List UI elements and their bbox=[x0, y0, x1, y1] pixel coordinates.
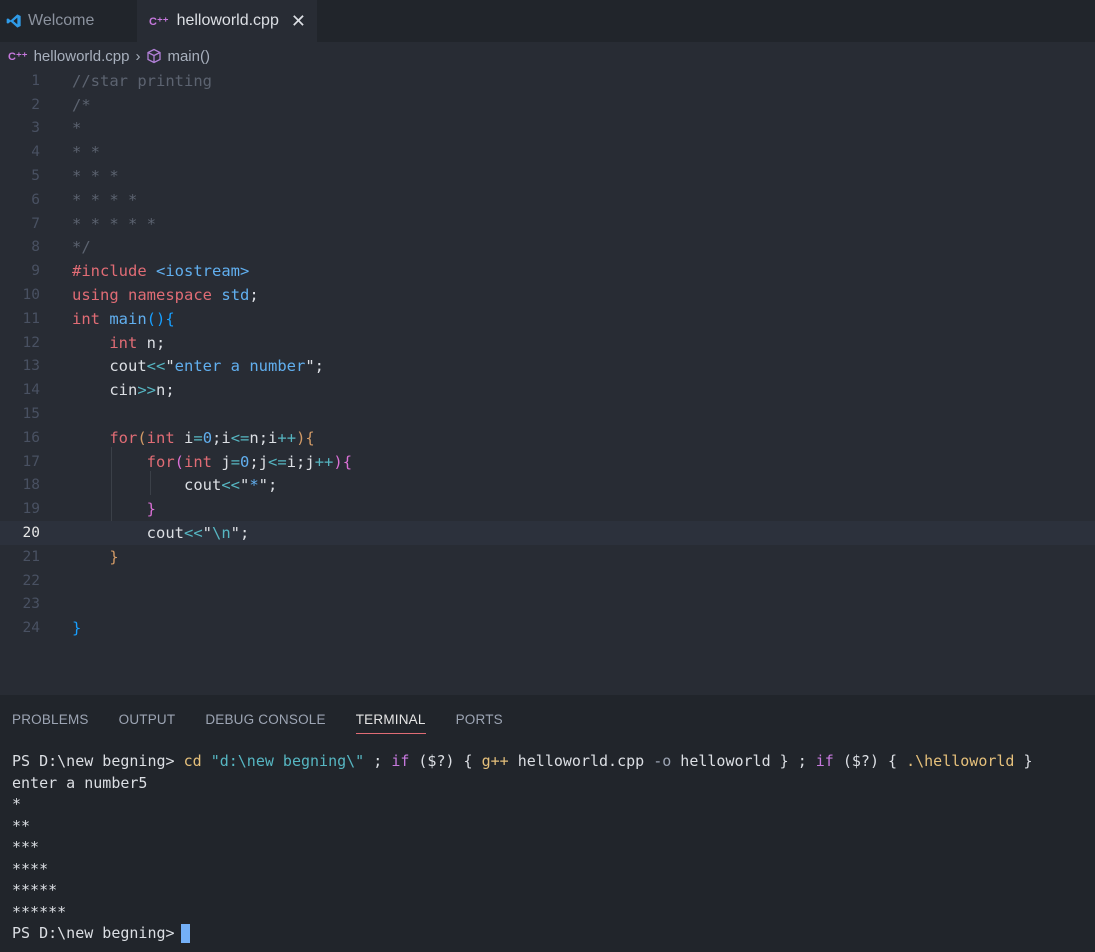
terminal-prompt-line: PS D:\new begning> bbox=[12, 923, 1033, 945]
code-line: 18 cout<<"*"; bbox=[22, 476, 278, 495]
code-line: 9 #include <iostream> bbox=[31, 262, 250, 281]
code-line: 21 } bbox=[22, 547, 119, 566]
cpp-file-icon: C⁺⁺ bbox=[8, 50, 28, 63]
code-line: 16 for(int i=0;i<=n;i++){ bbox=[22, 428, 315, 447]
code-line: 23 bbox=[22, 596, 40, 613]
code-line: 15 bbox=[22, 406, 40, 423]
breadcrumb: C⁺⁺ helloworld.cpp › main() bbox=[0, 44, 210, 68]
tab-problems[interactable]: PROBLEMS bbox=[12, 695, 89, 743]
code-line: 2/* bbox=[31, 95, 91, 114]
bottom-panel: PROBLEMS OUTPUT DEBUG CONSOLE TERMINAL P… bbox=[0, 695, 1095, 952]
code-line: 6 * * * * bbox=[31, 190, 138, 209]
tab-label: helloworld.cpp bbox=[176, 12, 279, 29]
close-icon[interactable]: ✕ bbox=[291, 11, 306, 32]
code-line: 1//star printing bbox=[31, 71, 212, 90]
tab-terminal[interactable]: TERMINAL bbox=[355, 695, 426, 743]
code-line: 3 * bbox=[31, 119, 82, 138]
terminal-output-line: ****** bbox=[12, 902, 67, 921]
tab-ports[interactable]: PORTS bbox=[456, 695, 503, 743]
tab-label: Welcome bbox=[28, 12, 95, 29]
code-line: 4 * * bbox=[31, 143, 100, 162]
code-line: 10 using namespace std; bbox=[22, 286, 259, 305]
terminal-output-line: **** bbox=[12, 859, 49, 878]
breadcrumb-file[interactable]: helloworld.cpp bbox=[34, 48, 130, 65]
code-line: 5 * * * bbox=[31, 167, 119, 186]
code-line: 22 bbox=[22, 572, 40, 589]
tab-welcome[interactable]: Welcome bbox=[0, 0, 137, 42]
code-line: 14 cin>>n; bbox=[22, 381, 175, 400]
code-line: 11 int main(){ bbox=[22, 309, 175, 328]
chevron-right-icon: › bbox=[135, 47, 141, 65]
terminal-output-line: * bbox=[12, 795, 22, 813]
code-line: 12 int n; bbox=[22, 333, 166, 352]
terminal-output-line: ** bbox=[12, 816, 31, 835]
code-line: 8 */ bbox=[31, 238, 91, 257]
terminal-output-line: ***** bbox=[12, 881, 58, 899]
cpp-file-icon: C⁺⁺ bbox=[149, 15, 169, 28]
code-line: 13 cout<<"enter a number"; bbox=[22, 357, 324, 376]
tab-debug-console[interactable]: DEBUG CONSOLE bbox=[205, 695, 325, 743]
code-line: 24} bbox=[22, 619, 82, 638]
code-line-current: 20 cout<<"\n"; bbox=[0, 521, 1095, 545]
terminal-cursor bbox=[180, 924, 190, 943]
terminal-prompt: PS D:\new begning> bbox=[12, 924, 175, 942]
breadcrumb-symbol[interactable]: main() bbox=[167, 48, 210, 65]
symbol-method-icon bbox=[147, 48, 162, 64]
code-line: 19 } bbox=[22, 500, 156, 519]
terminal-output-line: enter a number5 bbox=[12, 773, 148, 792]
vscode-icon bbox=[6, 14, 21, 28]
editor-tab-bar: Welcome C⁺⁺ helloworld.cpp ✕ bbox=[0, 0, 1095, 42]
tab-output[interactable]: OUTPUT bbox=[119, 695, 176, 743]
panel-tab-bar: PROBLEMS OUTPUT DEBUG CONSOLE TERMINAL P… bbox=[0, 695, 521, 743]
code-line: 17 for(int j=0;j<=i;j++){ bbox=[22, 452, 353, 471]
terminal[interactable]: PS D:\new begning> cd "d:\new begning\" … bbox=[12, 751, 1033, 945]
code-line: 7 * * * * * bbox=[31, 214, 156, 233]
code-editor[interactable]: 1//star printing 2/* 3 * 4 * * 5 * * * 6 * *… bbox=[0, 69, 1095, 695]
terminal-command-line: PS D:\new begning> cd "d:\new begning\" … bbox=[12, 752, 1033, 770]
tab-helloworld-cpp[interactable]: C⁺⁺ helloworld.cpp ✕ bbox=[137, 0, 317, 42]
terminal-output-line: *** bbox=[12, 838, 40, 856]
